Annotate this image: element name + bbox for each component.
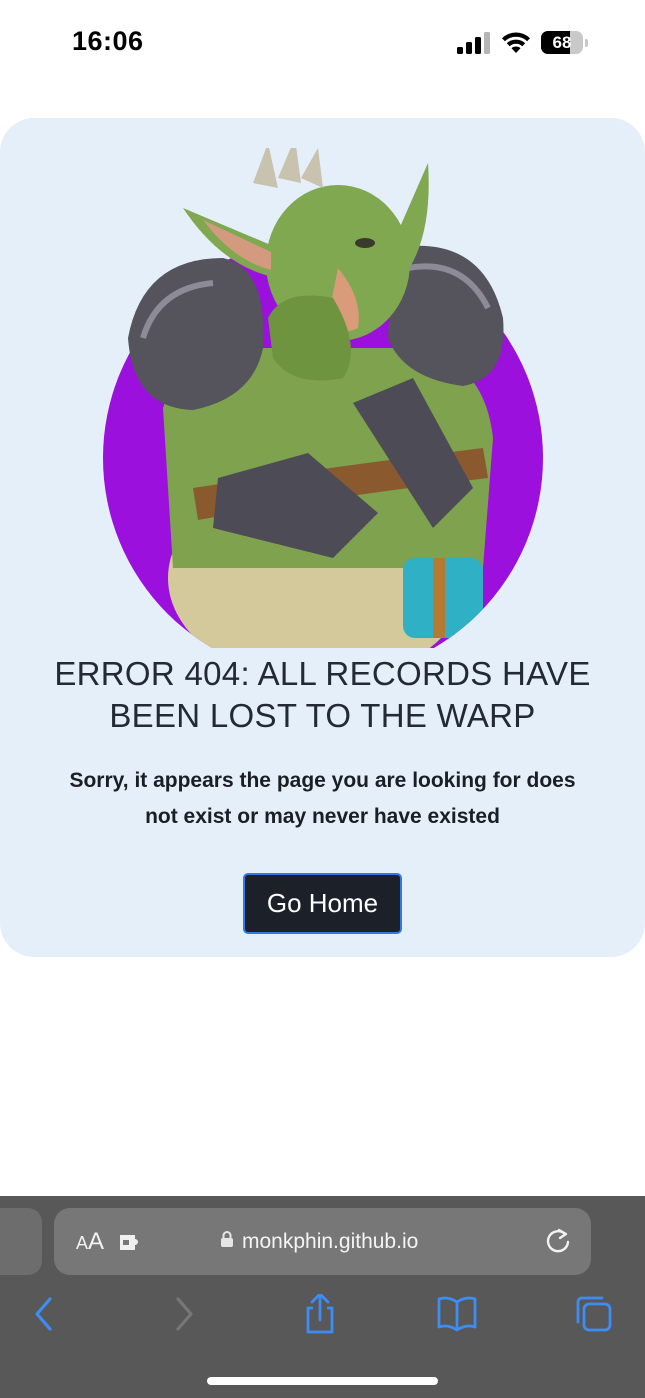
previous-tab-preview[interactable] bbox=[0, 1208, 42, 1275]
battery-body: 68 bbox=[541, 31, 583, 54]
book-icon[interactable] bbox=[435, 1294, 479, 1334]
chevron-right-icon[interactable] bbox=[162, 1294, 206, 1334]
goblin-hero-image bbox=[103, 148, 543, 648]
text-size-large: A bbox=[88, 1228, 105, 1255]
wifi-icon bbox=[502, 32, 530, 53]
status-bar: 16:06 68 bbox=[0, 0, 645, 90]
headline-line-1: ERROR 404: ALL RECORDS HAVE bbox=[54, 655, 591, 692]
url-text: monkphin.github.io bbox=[242, 1230, 419, 1253]
address-bar[interactable]: AA monkphin.github.io bbox=[54, 1208, 591, 1275]
error-card: ERROR 404: ALL RECORDS HAVE BEEN LOST TO… bbox=[0, 118, 645, 957]
message-line-2: not exist or may never have existed bbox=[145, 805, 500, 828]
text-size-button[interactable]: AA bbox=[76, 1227, 104, 1258]
text-size-small: A bbox=[76, 1233, 89, 1253]
battery-nub bbox=[585, 39, 588, 47]
lock-icon bbox=[221, 1231, 233, 1247]
chevron-left-icon[interactable] bbox=[22, 1294, 66, 1334]
cellular-signal-icon bbox=[457, 32, 490, 54]
error-headline: ERROR 404: ALL RECORDS HAVE BEEN LOST TO… bbox=[30, 653, 615, 737]
status-time: 16:06 bbox=[72, 26, 144, 56]
tabs-icon[interactable] bbox=[572, 1294, 616, 1334]
message-line-1: Sorry, it appears the page you are looki… bbox=[69, 769, 576, 792]
extension-icon[interactable] bbox=[118, 1230, 144, 1254]
go-home-button[interactable]: Go Home bbox=[243, 873, 402, 934]
browser-toolbar: AA monkphin.github.io bbox=[0, 1196, 645, 1398]
share-icon[interactable] bbox=[298, 1294, 342, 1334]
battery-level: 68 bbox=[552, 33, 572, 52]
headline-line-2: BEEN LOST TO THE WARP bbox=[109, 697, 536, 734]
reload-icon[interactable] bbox=[544, 1227, 572, 1255]
error-message: Sorry, it appears the page you are looki… bbox=[40, 763, 605, 835]
battery-indicator: 68 bbox=[541, 31, 588, 54]
home-indicator bbox=[207, 1377, 438, 1385]
